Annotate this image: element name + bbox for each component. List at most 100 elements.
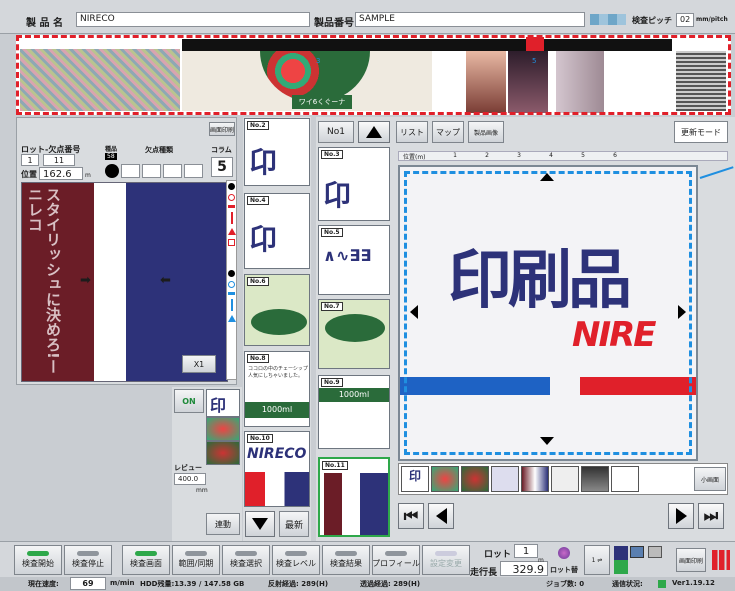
product-no-field[interactable]: SAMPLE bbox=[355, 12, 585, 27]
film-thumb-3[interactable] bbox=[461, 466, 489, 492]
toolbar-lot-label: ロット bbox=[484, 550, 512, 560]
comm-indicator-icon bbox=[658, 580, 666, 588]
travel-unit: m bbox=[538, 557, 544, 564]
pitch-field[interactable]: 02 bbox=[676, 13, 694, 27]
product-name-label: 製 品 名 bbox=[26, 18, 63, 29]
review-thumb-3[interactable] bbox=[206, 441, 240, 465]
pan-right-icon[interactable] bbox=[678, 305, 686, 319]
thumb-no10[interactable]: No.10 NIRECO bbox=[244, 431, 310, 507]
filmstrip: 印 bbox=[398, 463, 728, 495]
position-ruler: 位置(m) 1 2 3 4 5 6 bbox=[398, 151, 728, 161]
printer-icon[interactable] bbox=[648, 546, 662, 558]
legend-blue-bar-icon bbox=[228, 292, 235, 295]
scroll-down-button[interactable] bbox=[245, 511, 275, 537]
tab-product-image[interactable]: 製品画像 bbox=[468, 121, 504, 143]
defect-no-field[interactable]: 11 bbox=[43, 154, 75, 166]
bar-chart-icon[interactable] bbox=[712, 550, 730, 570]
first-button[interactable]: ⏮ bbox=[398, 503, 424, 529]
legend-dot2-icon bbox=[228, 270, 235, 277]
legend-blue-triangle-icon bbox=[227, 315, 236, 322]
profile-button[interactable]: プロフィール bbox=[372, 545, 420, 575]
pan-down-icon[interactable] bbox=[540, 437, 554, 445]
film-thumb-6[interactable] bbox=[551, 466, 579, 492]
lot-count-button[interactable]: 1 ⇌ bbox=[584, 545, 610, 575]
scroll-up-button[interactable] bbox=[358, 121, 390, 143]
film-thumb-1[interactable]: 印 bbox=[401, 466, 429, 492]
print-screen-button[interactable]: 画面印刷 bbox=[676, 548, 706, 572]
no1-button[interactable]: No1 bbox=[318, 121, 354, 143]
legend-red-line-icon bbox=[230, 212, 233, 224]
triangle-up-icon bbox=[366, 126, 382, 138]
monitor-icon[interactable] bbox=[630, 546, 644, 558]
review-speed-label: レビュー bbox=[174, 464, 202, 472]
update-mode-button[interactable]: 更新モード bbox=[674, 121, 728, 143]
legend-red-bar-icon bbox=[228, 205, 235, 208]
defect-dot-icon bbox=[105, 164, 119, 178]
prev-button[interactable] bbox=[428, 503, 454, 529]
thumb-no9[interactable]: No.9 1000ml bbox=[318, 375, 390, 449]
lot-field[interactable]: 1 bbox=[21, 154, 39, 166]
stop-inspection-button[interactable]: 検査停止 bbox=[64, 545, 112, 575]
link-button[interactable]: 連動 bbox=[206, 513, 240, 535]
speed-field: 69 bbox=[70, 577, 106, 590]
latest-button[interactable]: 最新 bbox=[279, 511, 309, 537]
thumb-no8[interactable]: No.8 ココロの中のチェーシップ 人気にしちゃいました。 1000ml bbox=[244, 351, 310, 427]
inspection-level-button[interactable]: 検査レベル bbox=[272, 545, 320, 575]
defect-type-label: 欠点種類 bbox=[145, 146, 173, 154]
inspection-select-button[interactable]: 検査選択 bbox=[222, 545, 270, 575]
film-thumb-5[interactable] bbox=[521, 466, 549, 492]
lot-switch-label[interactable]: ロット替 bbox=[550, 565, 578, 575]
next-button[interactable] bbox=[668, 503, 694, 529]
product-name-field[interactable]: NIRECO bbox=[76, 12, 310, 27]
inspection-result-button[interactable]: 検査結果 bbox=[322, 545, 370, 575]
small-screen-button[interactable]: 小画面 bbox=[694, 467, 726, 491]
print-screen-small-button[interactable]: 画面印刷 bbox=[209, 122, 235, 136]
on-button[interactable]: ON bbox=[174, 389, 204, 413]
thumb-no5[interactable]: No.5 ∧∿∃∃ bbox=[318, 225, 390, 295]
main-image-viewer[interactable]: 印刷品 NIRE bbox=[398, 165, 698, 461]
thumb-no4[interactable]: No.4 卬 bbox=[244, 193, 310, 269]
pos-label: 位置 bbox=[21, 170, 37, 179]
settings-change-button[interactable]: 設定変更 bbox=[422, 545, 470, 575]
pos-field[interactable]: 162.6 bbox=[39, 167, 83, 180]
review-speed-field[interactable]: 400.0 bbox=[174, 473, 206, 485]
film-thumb-8[interactable] bbox=[611, 466, 639, 492]
tab-map[interactable]: マップ bbox=[432, 121, 464, 143]
legend-blue-line-icon bbox=[230, 299, 233, 311]
thumb-no6[interactable]: No.6 bbox=[244, 274, 310, 346]
thumb-no3[interactable]: No.3 卬 bbox=[318, 147, 390, 221]
legend-red-triangle-icon bbox=[227, 228, 236, 235]
viewer-dashed-frame bbox=[404, 171, 692, 455]
defect-image-viewer[interactable]: スタイリッシュに決めろ!ーニレコ ➡ ⬅ X1 bbox=[21, 182, 228, 382]
film-thumb-7[interactable] bbox=[581, 466, 609, 492]
overview-strip[interactable]: ワイ6くぐーナ 3 5 bbox=[16, 35, 731, 115]
counter-icon: 1 ⇌ bbox=[591, 556, 603, 564]
pan-left-icon[interactable] bbox=[410, 305, 418, 319]
last-button[interactable]: ⏭ bbox=[698, 503, 724, 529]
column-field[interactable]: 5 bbox=[211, 157, 233, 177]
defect-legend-column bbox=[226, 180, 237, 380]
navy-band bbox=[126, 183, 227, 381]
range-sync-button[interactable]: 範囲/同期 bbox=[172, 545, 220, 575]
zoom-button[interactable]: X1 bbox=[182, 355, 216, 373]
review-thumb-1[interactable]: 印 bbox=[206, 389, 240, 417]
inspection-screen-button[interactable]: 検査画面 bbox=[122, 545, 170, 575]
film-thumb-2[interactable] bbox=[431, 466, 459, 492]
lot-switch-icon[interactable] bbox=[558, 547, 570, 559]
speed-label: 現在速度: bbox=[28, 580, 59, 588]
thumb-no7[interactable]: No.7 bbox=[318, 299, 390, 369]
export-icon[interactable] bbox=[614, 546, 628, 574]
review-thumb-2[interactable] bbox=[206, 417, 240, 441]
thumb-no2[interactable]: No.2 卬 bbox=[244, 118, 310, 186]
toolbar-lot-field[interactable]: 1 bbox=[514, 544, 538, 558]
pan-up-icon[interactable] bbox=[540, 173, 554, 181]
thumb-no11[interactable]: No.11 bbox=[318, 457, 390, 537]
start-inspection-button[interactable]: 検査開始 bbox=[14, 545, 62, 575]
kind-label: 種品 bbox=[105, 146, 118, 153]
pitch-label: 検査ピッチ bbox=[632, 16, 672, 25]
tab-list[interactable]: リスト bbox=[396, 121, 428, 143]
legend-dot-icon bbox=[228, 183, 235, 190]
level-indicator-icon bbox=[590, 14, 626, 25]
comm-status: 通信状況: bbox=[612, 580, 643, 588]
film-thumb-4[interactable] bbox=[491, 466, 519, 492]
